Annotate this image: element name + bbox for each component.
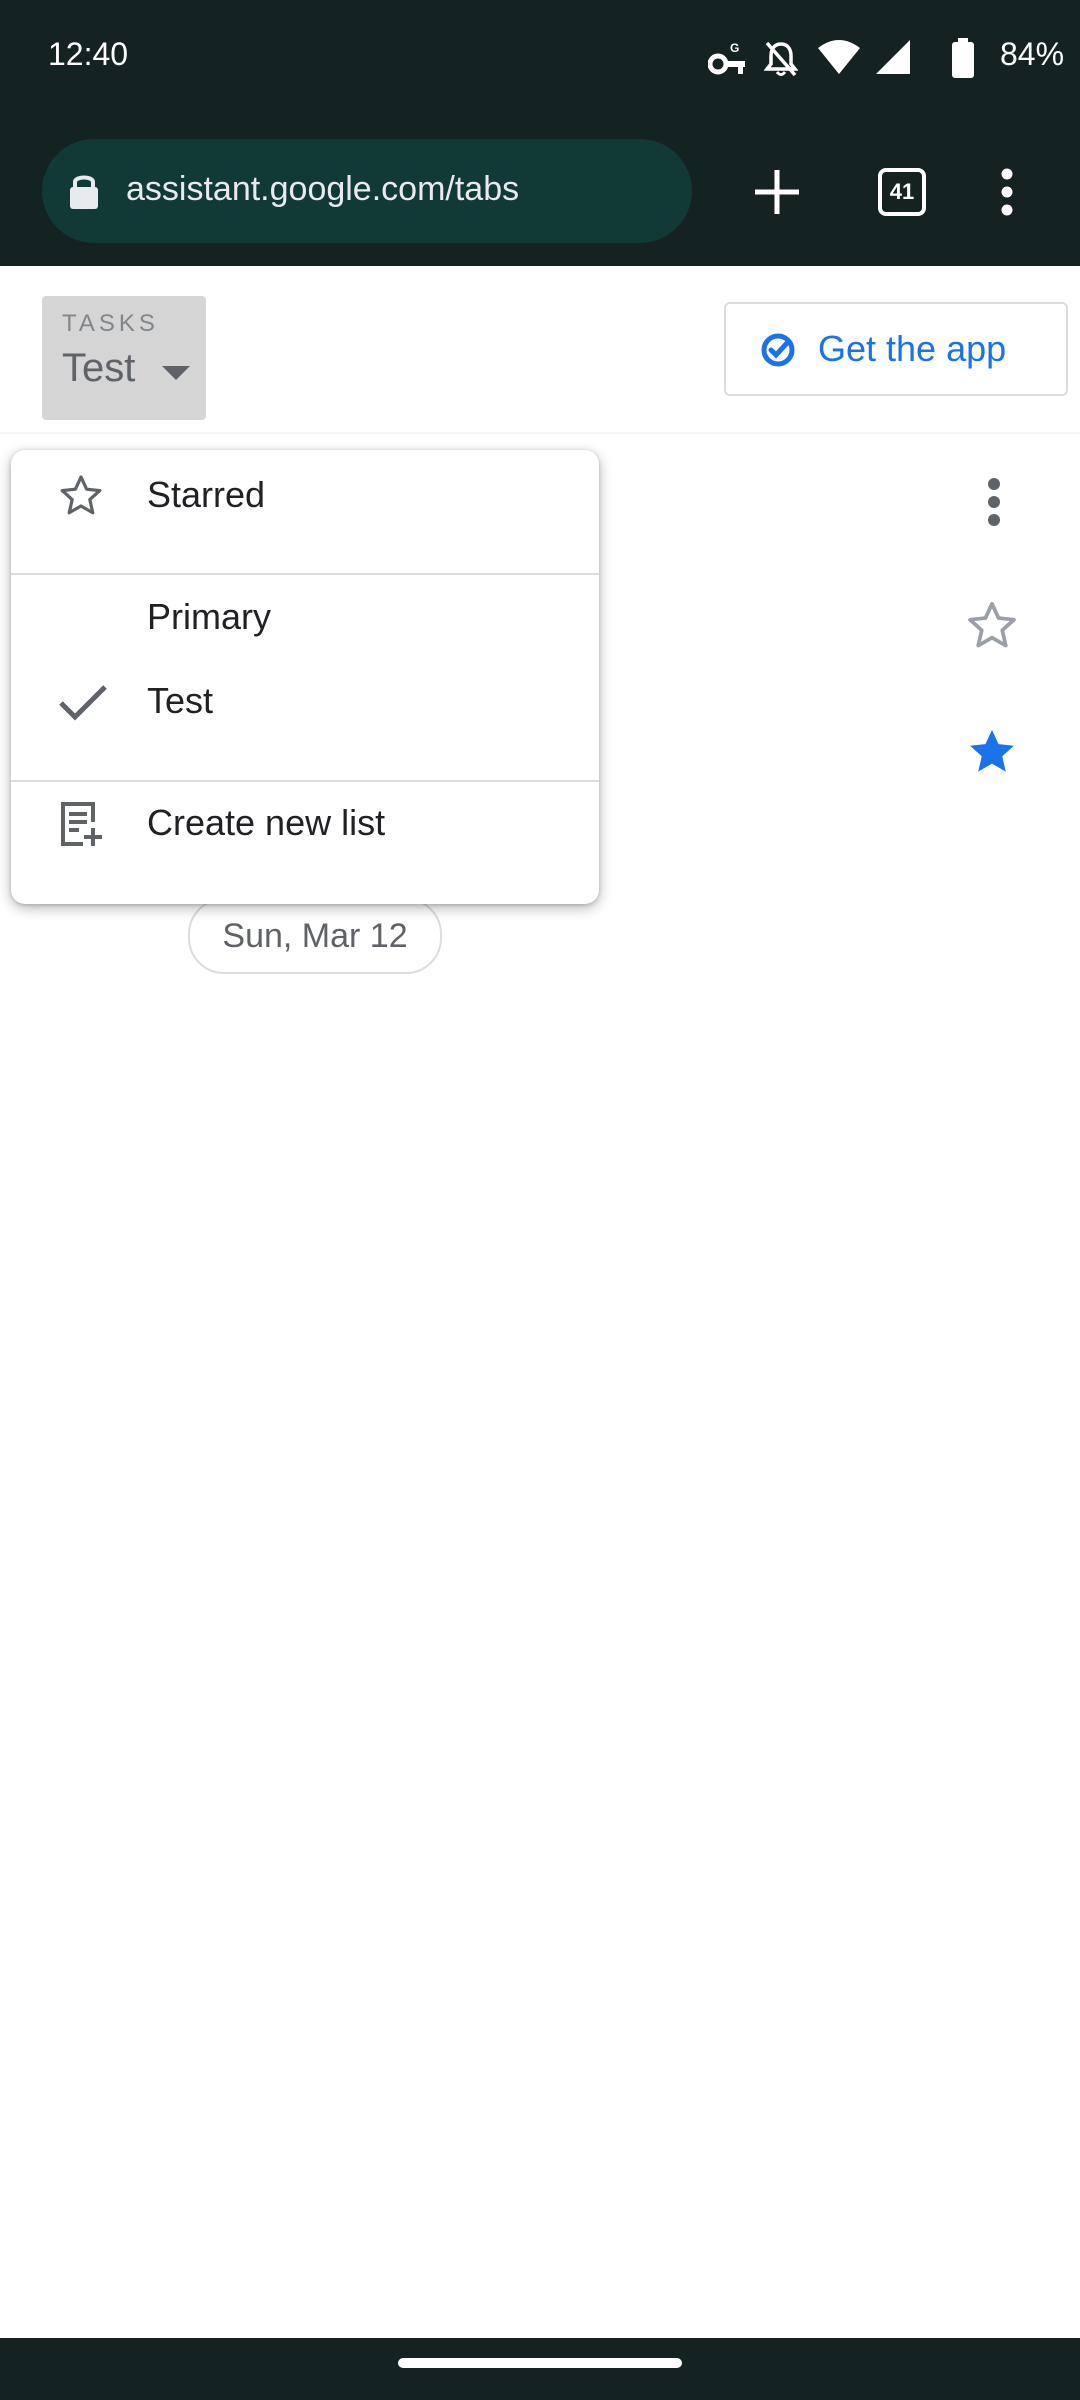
url-bar[interactable]: assistant.google.com/tabs (42, 139, 692, 243)
browser-menu-button[interactable] (962, 118, 1052, 266)
home-gesture-handle[interactable] (398, 2358, 682, 2368)
due-date-chip[interactable]: Sun, Mar 12 (188, 898, 442, 974)
task-star-filled-icon[interactable] (964, 724, 1020, 780)
list-selector[interactable]: TASKS Test (42, 296, 206, 420)
menu-item-test[interactable]: Test (11, 660, 599, 744)
tab-switcher-button[interactable]: 41 (857, 118, 947, 266)
dropdown-arrow-icon (162, 366, 190, 380)
menu-item-label: Starred (147, 474, 266, 515)
menu-item-label: Test (147, 680, 214, 721)
battery-percent: 84% (1000, 36, 1065, 72)
url-text: assistant.google.com/tabs (126, 170, 520, 208)
star-outline-icon (60, 475, 102, 515)
page-header: TASKS Test Get the app (0, 266, 1080, 434)
menu-item-create-new-list[interactable]: Create new list (11, 782, 599, 866)
signal-icon (876, 40, 910, 74)
vpn-key-icon: G (708, 41, 745, 75)
menu-item-label: Create new list (147, 802, 386, 843)
list-dropdown-menu: Starred Primary Test Create new list (11, 450, 599, 904)
task-star-outline-icon[interactable] (964, 598, 1020, 654)
status-time: 12:40 (48, 36, 129, 72)
playlist-add-icon (61, 802, 102, 846)
check-icon (59, 685, 107, 721)
get-the-app-label: Get the app (818, 328, 1007, 369)
tasks-check-circle-icon (761, 333, 795, 367)
navigation-bar (0, 2338, 1080, 2400)
notifications-off-icon (764, 41, 798, 77)
new-tab-button[interactable] (732, 118, 822, 266)
plus-icon (755, 170, 799, 214)
more-vert-icon (1001, 168, 1013, 216)
get-the-app-button[interactable]: Get the app (724, 302, 1068, 396)
tab-count: 41 (878, 168, 926, 216)
menu-item-starred[interactable]: Starred (11, 454, 599, 538)
browser-toolbar: assistant.google.com/tabs 41 (0, 118, 1080, 266)
svg-text:G: G (730, 41, 739, 55)
status-icons: G 84% (660, 0, 1080, 118)
menu-divider (11, 573, 599, 575)
selected-list-name: Test (62, 346, 136, 390)
lock-icon (70, 175, 98, 209)
menu-item-primary[interactable]: Primary (11, 576, 599, 660)
list-more-vert-icon[interactable] (976, 476, 1012, 528)
menu-item-label: Primary (147, 596, 271, 637)
wifi-icon (818, 40, 860, 74)
battery-icon (952, 38, 974, 78)
tasks-caption: TASKS (62, 310, 159, 337)
status-bar: 12:40 G 84% (0, 0, 1080, 118)
